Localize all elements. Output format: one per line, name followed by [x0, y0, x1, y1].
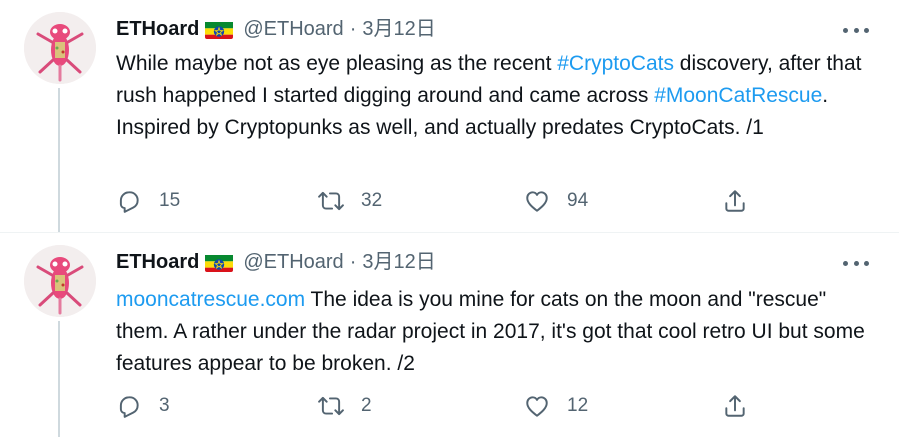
- tweet-header: ETHoard @ETHoard · 3月12日: [116, 14, 436, 44]
- like-button[interactable]: 94: [524, 184, 588, 218]
- retweet-count: 2: [361, 395, 372, 416]
- author-name[interactable]: ETHoard: [116, 14, 199, 44]
- share-button[interactable]: [722, 389, 748, 423]
- more-options-icon[interactable]: [843, 20, 869, 40]
- hashtag-link[interactable]: #MoonCatRescue: [654, 84, 822, 107]
- separator-dot: ·: [349, 18, 357, 40]
- avatar-image: [24, 12, 96, 84]
- heart-icon: [526, 191, 548, 212]
- retweet-icon: [318, 396, 344, 416]
- tweet-text: While maybe not as eye pleasing as the r…: [116, 48, 876, 144]
- ethiopia-flag-icon: [205, 20, 234, 39]
- retweet-count: 32: [361, 190, 383, 211]
- reply-button[interactable]: 15: [116, 184, 180, 218]
- thread-line: [58, 88, 60, 232]
- avatar[interactable]: [24, 12, 96, 84]
- author-handle[interactable]: @ETHoard: [243, 14, 343, 44]
- hashtag-link[interactable]: #CryptoCats: [557, 52, 674, 75]
- like-count: 12: [567, 395, 589, 416]
- more-options-icon[interactable]: [843, 253, 869, 273]
- tweet-actions: 3 2 12: [116, 389, 766, 423]
- avatar-image: [24, 245, 96, 317]
- tweet-actions: 15 32 94: [116, 184, 766, 218]
- reply-count: 3: [159, 395, 170, 416]
- retweet-button[interactable]: 32: [318, 184, 382, 218]
- heart-icon: [526, 396, 548, 417]
- like-count: 94: [567, 190, 589, 211]
- like-button[interactable]: 12: [524, 389, 588, 423]
- retweet-icon: [318, 191, 344, 211]
- reply-button[interactable]: 3: [116, 389, 170, 423]
- share-icon: [725, 395, 745, 417]
- reply-icon: [119, 191, 139, 213]
- tweet-header: ETHoard @ETHoard · 3月12日: [116, 247, 436, 277]
- separator-dot: ·: [349, 251, 357, 273]
- reply-icon: [119, 396, 139, 418]
- tweet-text-segment: While maybe not as eye pleasing as the r…: [116, 52, 558, 75]
- ethiopia-flag-icon: [205, 253, 234, 272]
- author-name[interactable]: ETHoard: [116, 247, 199, 277]
- tweet[interactable]: ETHoard @ETHoard · 3月12日 While maybe not…: [0, 0, 899, 232]
- website-link[interactable]: mooncatrescue.com: [116, 288, 305, 311]
- reply-count: 15: [159, 190, 181, 211]
- tweet-date[interactable]: 3月12日: [362, 247, 435, 277]
- retweet-button[interactable]: 2: [318, 389, 372, 423]
- tweet[interactable]: ETHoard @ETHoard · 3月12日 mooncatrescue.c…: [0, 233, 899, 437]
- share-button[interactable]: [722, 184, 748, 218]
- author-handle[interactable]: @ETHoard: [243, 247, 343, 277]
- tweet-date[interactable]: 3月12日: [362, 14, 435, 44]
- share-icon: [725, 190, 745, 212]
- avatar[interactable]: [24, 245, 96, 317]
- tweet-text: mooncatrescue.com The idea is you mine f…: [116, 284, 876, 380]
- thread-line: [58, 321, 60, 437]
